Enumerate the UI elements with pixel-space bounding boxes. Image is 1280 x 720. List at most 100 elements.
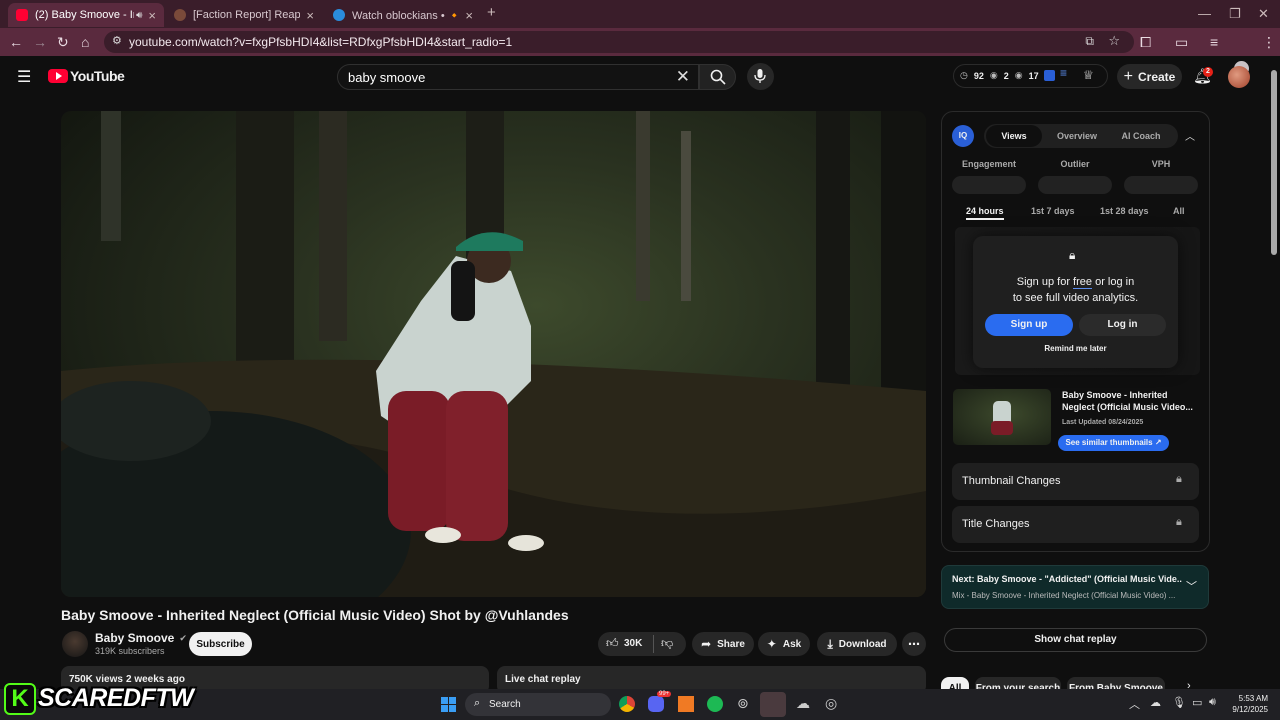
live-chat-label: Live chat replay (505, 674, 581, 685)
like-dislike-group: 👍︎ 30K 👎︎ (598, 632, 686, 656)
restore-icon[interactable]: ❐ (1229, 6, 1241, 22)
tray-overflow-icon[interactable]: ︿ (1129, 696, 1140, 712)
clear-search-icon[interactable]: ✕ (676, 67, 690, 87)
browser-toolbar: ← → ↻ ⌂ ⚙ youtube.com/watch?v=fxgPfsbHDI… (0, 28, 1280, 76)
home-icon[interactable]: ⌂ (81, 34, 89, 50)
voice-search-button[interactable] (747, 63, 774, 90)
mic-tray-icon[interactable]: 🎙︎ (1172, 696, 1186, 709)
download-button[interactable]: ⤓ Download (817, 632, 897, 656)
browser-tab-youtube[interactable]: (2) Baby Smoove - Inherited 🔊︎ × (8, 3, 164, 27)
show-chat-replay-button[interactable]: Show chat replay (944, 628, 1207, 652)
range-24-hours[interactable]: 24 hours (966, 206, 1004, 220)
minimize-icon[interactable]: — (1198, 6, 1211, 21)
collapse-chevron-icon[interactable]: ︿ (1185, 128, 1195, 143)
playlist-icon[interactable]: ≡ (1210, 34, 1218, 50)
channel-name-row[interactable]: Baby Smoove ✔ (95, 631, 187, 645)
share-button[interactable]: ➦ Share (692, 632, 754, 656)
search-box[interactable]: baby smoove ✕ (337, 64, 699, 90)
bookmark-star-icon[interactable]: ☆ (1108, 33, 1120, 49)
active-app-icon[interactable] (760, 692, 786, 717)
obs-icon[interactable]: ◎ (825, 695, 837, 712)
new-tab-icon[interactable]: + (487, 4, 496, 21)
subscriber-count: 319K subscribers (95, 646, 165, 656)
spotify-icon[interactable] (707, 696, 723, 712)
youtube-logo[interactable]: YouTube (48, 68, 125, 84)
expand-chevron-icon[interactable]: ﹀ (1186, 578, 1197, 594)
channel-name[interactable]: Baby Smoove (95, 631, 174, 645)
metric-outlier-value (1038, 176, 1112, 194)
remind-later-link[interactable]: Remind me later (973, 344, 1178, 353)
network-icon[interactable]: ▭ (1192, 696, 1202, 709)
windows-start-icon[interactable] (441, 697, 456, 712)
range-7-days[interactable]: 1st 7 days (1031, 206, 1075, 216)
close-tab-icon[interactable]: × (465, 8, 473, 23)
metric-vph-label: VPH (1151, 159, 1171, 169)
search-input[interactable]: baby smoove (348, 70, 425, 85)
logo-text: YouTube (70, 68, 125, 84)
cloud-app-icon[interactable]: ☁ (796, 695, 810, 712)
search-icon (710, 69, 726, 85)
see-similar-thumbnails-button[interactable]: See similar thumbnails ↗ (1058, 435, 1169, 451)
next-in-mix-box[interactable]: Next: Baby Smoove - "Addicted" (Official… (941, 565, 1209, 609)
microphone-icon (754, 69, 766, 83)
browser-menu-icon[interactable]: ⋮ (1262, 34, 1276, 51)
search-button[interactable] (699, 64, 736, 90)
clock-time: 5:53 AM (1238, 694, 1268, 703)
close-window-icon[interactable]: ✕ (1258, 6, 1269, 22)
video-frame (61, 111, 926, 597)
subscribe-button[interactable]: Subscribe (189, 632, 252, 656)
list-extension-icon[interactable]: ≡ (1060, 66, 1067, 80)
signup-text-a: Sign up for (1016, 276, 1074, 288)
signup-line-1: Sign up for free or log in (973, 276, 1178, 289)
tray-app-icon[interactable]: ☁ (1150, 696, 1161, 709)
more-actions-icon[interactable]: ⋯ (902, 632, 926, 656)
reload-icon[interactable]: ↻ (57, 34, 69, 51)
signup-button[interactable]: Sign up (985, 314, 1073, 336)
signup-line-2: to see full video analytics. (1012, 292, 1139, 304)
thumbnail-changes-card[interactable]: Thumbnail Changes 🔒︎ (952, 463, 1199, 500)
close-tab-icon[interactable]: × (148, 8, 156, 23)
create-button[interactable]: + Create (1117, 64, 1182, 89)
trophy-icon[interactable]: ♕ (1083, 68, 1094, 82)
page-scrollbar[interactable] (1271, 70, 1277, 255)
user-avatar[interactable] (1228, 66, 1250, 88)
url-text[interactable]: youtube.com/watch?v=fxgPfsbHDI4&list=RDf… (129, 35, 512, 49)
back-icon[interactable]: ← (9, 34, 23, 50)
iq-extension-icon[interactable] (1044, 70, 1055, 81)
login-button[interactable]: Log in (1079, 314, 1166, 336)
speaker-icon[interactable]: 🔊︎ (136, 10, 142, 21)
discord-icon[interactable] (648, 696, 664, 712)
faction-favicon-icon (174, 9, 186, 21)
channel-avatar[interactable] (62, 631, 88, 657)
volume-icon[interactable]: 🔊︎ (1209, 696, 1216, 709)
install-app-icon[interactable]: ⧉ (1085, 34, 1094, 49)
steam-icon[interactable]: ⊚ (737, 695, 749, 712)
range-28-days[interactable]: 1st 28 days (1100, 206, 1149, 216)
video-thumbnail[interactable] (953, 389, 1051, 445)
like-count[interactable]: 30K (624, 638, 642, 649)
ask-button[interactable]: ✦ Ask (758, 632, 810, 656)
title-changes-label: Title Changes (962, 518, 1030, 530)
forward-icon[interactable]: → (33, 34, 47, 50)
taskbar-search-box[interactable]: ⌕ Search (465, 693, 611, 716)
app-icon[interactable] (678, 696, 694, 712)
thumbs-up-icon[interactable]: 👍︎ (606, 636, 619, 651)
signup-text-free: free (1073, 276, 1093, 289)
video-player[interactable] (61, 111, 926, 597)
thumbs-down-icon[interactable]: 👎︎ (661, 636, 673, 651)
tab-views[interactable]: Views (986, 125, 1042, 147)
title-changes-card[interactable]: Title Changes 🔒︎ (952, 506, 1199, 543)
tab-ai-coach[interactable]: AI Coach (1111, 125, 1171, 147)
chrome-icon[interactable] (619, 696, 635, 712)
taskbar-clock[interactable]: 5:53 AM 9/12/2025 (1226, 693, 1268, 715)
hamburger-menu-icon[interactable]: ☰ (17, 67, 31, 87)
tab-overview[interactable]: Overview (1051, 125, 1103, 147)
close-tab-icon[interactable]: × (306, 8, 314, 23)
address-bar[interactable]: ⚙ youtube.com/watch?v=fxgPfsbHDI4&list=R… (104, 31, 1134, 53)
extensions-icon[interactable]: ⧠ (1140, 34, 1151, 51)
browser-tab-faction-report[interactable]: [Faction Report] Reap The City | × (166, 3, 322, 27)
browser-tab-stream[interactable]: Watch oblockians • 🔸 | Strea × (325, 3, 481, 27)
site-info-icon[interactable]: ⚙ (112, 34, 122, 47)
range-all[interactable]: All (1173, 206, 1185, 216)
split-view-icon[interactable]: ▭ (1175, 34, 1188, 51)
